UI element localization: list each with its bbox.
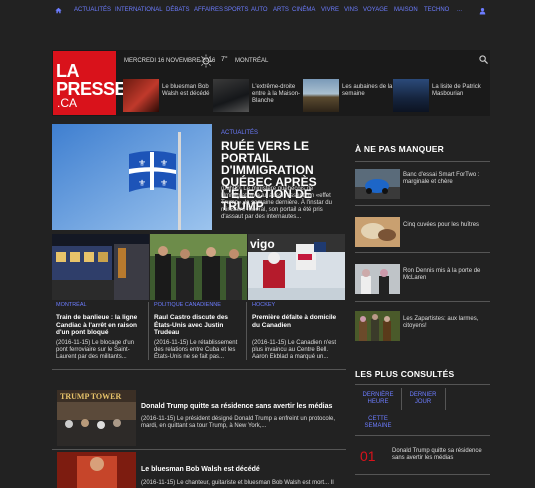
nav-debats[interactable]: DÉBATS (166, 7, 190, 13)
city: MONTRÉAL (235, 58, 269, 64)
nav-more[interactable]: ... (457, 7, 462, 13)
hero-category[interactable]: ACTUALITÉS (221, 130, 258, 136)
logo-line3: .CA (57, 96, 78, 110)
tab-last-hour[interactable]: DERNIÈRE HEURE (358, 392, 398, 406)
story-title[interactable]: Train de banlieue : la ligne Candiac à l… (56, 314, 146, 337)
teaser-link[interactable]: La lisite de Patrick Masbourian (432, 84, 490, 98)
hero-summary: (00h00) Le ministère québécois de l'Immi… (221, 186, 332, 220)
must-read-link[interactable]: Cinq cuvées pour les huîtres (403, 222, 488, 229)
list-item-title[interactable]: Le bluesman Bob Walsh est décédé (141, 466, 260, 473)
nav-cinema[interactable]: CINÉMA (292, 7, 315, 13)
story-summary: (2016-11-15) Le rétablissement des relat… (154, 340, 238, 360)
nav-techno[interactable]: TECHNO (424, 7, 449, 13)
user-icon[interactable] (479, 7, 486, 15)
list-item-summary: (2016-11-15) Le président désigné Donald… (141, 416, 336, 429)
nav-maison[interactable]: MAISON (394, 7, 418, 13)
section-divider (52, 369, 346, 370)
must-read-image-ron-dennis[interactable] (355, 264, 400, 294)
nav-vivre[interactable]: VIVRE (321, 7, 339, 13)
nav-actualites[interactable]: ACTUALITÉS (74, 7, 111, 13)
section-divider (52, 449, 346, 450)
nav-voyage[interactable]: VOYAGE (363, 7, 388, 13)
must-read-image-oysters[interactable] (355, 217, 400, 247)
nav-international[interactable]: INTERNATIONAL (115, 7, 163, 13)
section-title-most-read: LES PLUS CONSULTÉS (355, 369, 455, 379)
item-divider (355, 205, 490, 206)
teaser-link[interactable]: Les aubaines de la semaine (342, 84, 400, 98)
section-title-must-read: À NE PAS MANQUER (355, 144, 444, 154)
nav-vins[interactable]: VINS (344, 7, 358, 13)
teaser-image-deals[interactable] (303, 79, 339, 112)
story-category[interactable]: POLITIQUE CANADIENNE (154, 302, 221, 308)
svg-text:⚜: ⚜ (138, 178, 146, 188)
must-read-image-smart-car[interactable] (355, 169, 400, 199)
story-image-hockey[interactable]: vigo (248, 234, 345, 300)
nav-arts[interactable]: ARTS (273, 7, 289, 13)
search-icon[interactable] (479, 55, 488, 64)
story-summary: (2016-11-15) Le blocage d'un pont ferrov… (56, 340, 135, 360)
story-category[interactable]: MONTRÉAL (56, 302, 87, 308)
tab-last-day[interactable]: DERNIER JOUR (405, 392, 441, 406)
nav-sports[interactable]: SPORTS (224, 7, 249, 13)
home-icon[interactable] (55, 7, 62, 14)
must-read-link[interactable]: Les Zapartistes: aux larmes, citoyens! (403, 316, 488, 330)
list-image-bob-walsh[interactable] (57, 452, 136, 488)
temperature: 7° (221, 56, 228, 63)
sun-icon (199, 54, 213, 68)
list-item-title[interactable]: Donald Trump quitte sa résidence sans av… (141, 403, 332, 410)
logo[interactable]: LA PRESSE .CA (53, 51, 127, 115)
teaser-link[interactable]: L'extrême-droite entre à la Maison-Blanc… (252, 84, 310, 105)
story-title[interactable]: Raul Castro discute des États-Unis avec … (154, 314, 244, 337)
tab-this-week[interactable]: CETTE SEMAINE (358, 416, 398, 430)
teaser-link[interactable]: Le bluesman Bob Walsh est décédé (162, 84, 220, 98)
svg-text:vigo: vigo (250, 237, 275, 251)
story-divider (246, 302, 247, 360)
section-divider (355, 384, 490, 385)
story-image-castro-trudeau[interactable] (150, 234, 247, 300)
tab-divider (401, 388, 402, 410)
svg-text:⚜: ⚜ (160, 178, 168, 188)
item-divider (355, 252, 490, 253)
svg-text:TRUMP TOWER: TRUMP TOWER (60, 392, 121, 401)
item-divider (355, 301, 490, 302)
story-category[interactable]: HOCKEY (252, 302, 275, 308)
most-read-link[interactable]: Donald Trump quitte sa résidence sans av… (392, 448, 488, 462)
story-title[interactable]: Première défaite à domicile du Canadien (252, 314, 342, 329)
story-image-train[interactable] (52, 234, 149, 300)
section-divider (355, 161, 490, 162)
list-item-summary: (2016-11-15) Le chanteur, guitariste et … (141, 480, 334, 486)
story-summary: (2016-11-15) Le Canadien n'est plus inva… (252, 340, 337, 360)
story-divider (148, 302, 149, 360)
must-read-link[interactable]: Banc d'essai Smart ForTwo : marginale et… (403, 172, 488, 186)
top-nav: ACTUALITÉS INTERNATIONAL DÉBATS AFFAIRES… (0, 0, 535, 22)
teaser-image-bob-walsh[interactable] (123, 79, 159, 112)
must-read-link[interactable]: Ron Dennis mis à la porte de McLaren (403, 268, 488, 282)
nav-auto[interactable]: AUTO (251, 7, 268, 13)
logo-line1: LA (56, 61, 80, 81)
rank-number: 01 (360, 448, 376, 464)
section-divider (355, 435, 490, 436)
item-divider (355, 474, 490, 475)
teaser-image-masbourian[interactable] (393, 79, 429, 112)
list-image-trump-tower[interactable]: TRUMP TOWER (57, 390, 136, 446)
nav-affaires[interactable]: AFFAIRES (194, 7, 223, 13)
hero-image-quebec-flag[interactable]: ⚜ ⚜ ⚜ ⚜ (52, 124, 212, 230)
tab-divider (445, 388, 446, 410)
teaser-image-white-house[interactable] (213, 79, 249, 112)
svg-text:⚜: ⚜ (138, 158, 146, 168)
must-read-image-zapartistes[interactable] (355, 311, 400, 341)
svg-text:⚜: ⚜ (160, 158, 168, 168)
